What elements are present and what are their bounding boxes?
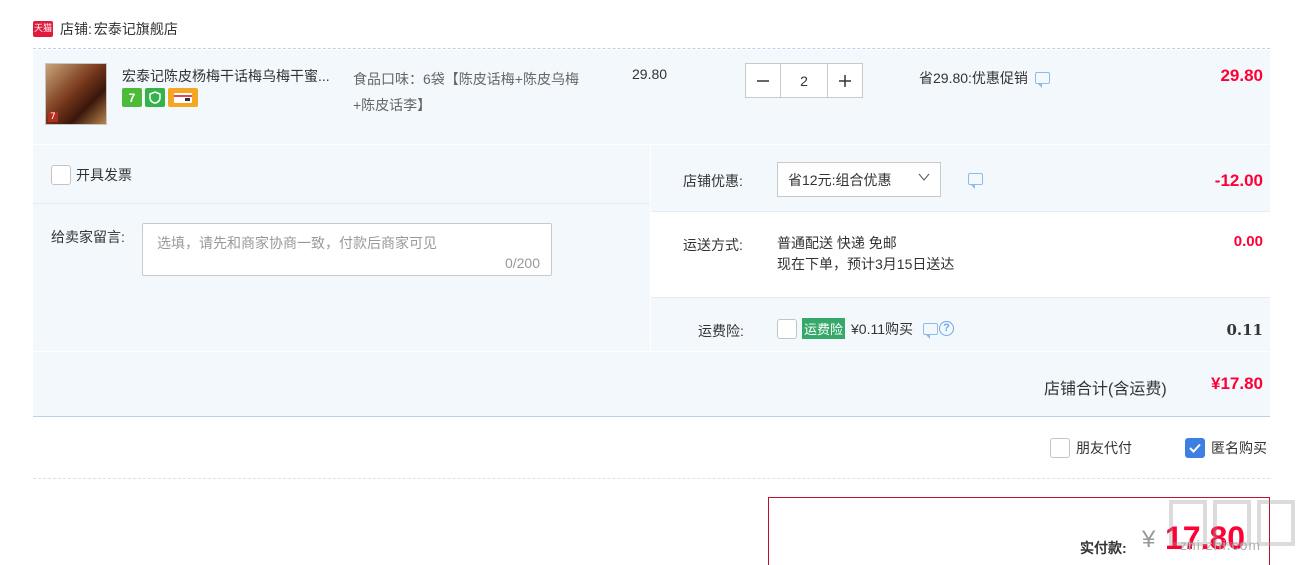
item-total: 29.80	[1220, 66, 1263, 85]
friend-pay-option: 朋友代付	[1050, 438, 1132, 458]
service-icons: 7	[122, 88, 198, 107]
card-icon[interactable]	[168, 88, 198, 107]
unit-price: 29.80	[632, 66, 668, 82]
comment-icon[interactable]	[968, 173, 983, 189]
anonymous-label: 匿名购买	[1211, 440, 1267, 456]
message-label: 给卖家留言:	[51, 229, 125, 245]
invoice-checkbox[interactable]	[51, 165, 71, 185]
friend-pay-checkbox[interactable]	[1050, 438, 1070, 458]
chevron-down-icon	[918, 173, 930, 181]
item-promo: 省29.80:优惠促销	[919, 68, 1050, 88]
minus-icon	[757, 79, 769, 82]
discount-comment	[961, 173, 983, 189]
insurance-value: 0.11	[1226, 321, 1263, 339]
quantity-input[interactable]: 2	[781, 63, 827, 98]
thumbnail-label: 7	[48, 112, 58, 122]
product-spec: 食品口味：6袋【陈皮话梅+陈皮乌梅+陈皮话李】	[353, 71, 579, 113]
shield-icon[interactable]	[145, 88, 165, 107]
shop-name-link[interactable]: 宏泰记旗舰店	[94, 19, 178, 39]
quantity-stepper: 2	[745, 63, 863, 98]
help-icon[interactable]: ?	[939, 321, 955, 336]
order-item-row	[33, 50, 1270, 144]
shipping-method: 普通配送 快递 免邮	[777, 235, 897, 251]
anonymous-checkbox[interactable]	[1185, 438, 1205, 458]
message-char-count: 0/200	[504, 255, 540, 271]
increase-button[interactable]	[827, 63, 863, 98]
insurance-badge: 运费险	[802, 318, 846, 339]
shipping-label: 运送方式:	[683, 237, 743, 253]
shop-header: 天猫 店铺: 宏泰记旗舰店	[33, 18, 178, 40]
shipping-eta: 现在下单，预计3月15日送达	[777, 256, 955, 272]
insurance-price: ¥0.11购买	[851, 320, 914, 337]
shipping-value: 0.00	[1233, 233, 1263, 250]
shop-discount-value: -12.00	[1214, 171, 1263, 190]
divider	[33, 48, 1270, 49]
check-icon	[1189, 443, 1201, 453]
insurance-label: 运费险:	[698, 323, 744, 339]
tmall-icon: 天猫	[33, 21, 53, 37]
invoice-label: 开具发票	[76, 167, 132, 183]
promo-text: 省29.80:优惠促销	[919, 70, 1028, 86]
shop-total-value: ¥17.80	[1211, 374, 1263, 393]
anonymous-option: 匿名购买	[1185, 438, 1267, 458]
insurance-option: 运费险 ¥0.11购买 ?	[777, 318, 955, 339]
shop-discount-select[interactable]: 省12元:组合优惠	[777, 162, 941, 197]
comment-icon[interactable]	[923, 322, 939, 339]
shop-label: 店铺:	[60, 21, 92, 37]
invoice-option: 开具发票	[51, 165, 132, 185]
friend-pay-label: 朋友代付	[1076, 440, 1132, 456]
plus-icon	[839, 74, 851, 87]
comment-icon[interactable]	[1034, 72, 1050, 88]
watermark-text: zhi.zhi.com	[1180, 537, 1262, 553]
pay-label: 实付款:	[1080, 540, 1127, 556]
product-title-link[interactable]: 宏泰记陈皮杨梅干话梅乌梅干蜜...	[122, 66, 347, 86]
divider	[33, 203, 650, 204]
divider	[651, 211, 1270, 212]
shop-discount-label: 店铺优惠:	[683, 173, 743, 189]
insurance-checkbox[interactable]	[777, 318, 797, 339]
message-placeholder: 选填，请先和商家协商一致，付款后商家可见	[157, 235, 437, 251]
shop-discount-selected: 省12元:组合优惠	[788, 171, 892, 188]
shipping-info: 普通配送 快递 免邮 现在下单，预计3月15日送达	[777, 233, 954, 275]
divider	[33, 478, 1270, 479]
seven-day-return-icon[interactable]: 7	[122, 88, 142, 107]
message-textarea[interactable]: 选填，请先和商家协商一致，付款后商家可见 0/200	[142, 223, 552, 276]
product-thumbnail[interactable]: 7	[45, 63, 107, 125]
pay-currency: ¥	[1142, 526, 1156, 553]
decrease-button[interactable]	[745, 63, 781, 98]
